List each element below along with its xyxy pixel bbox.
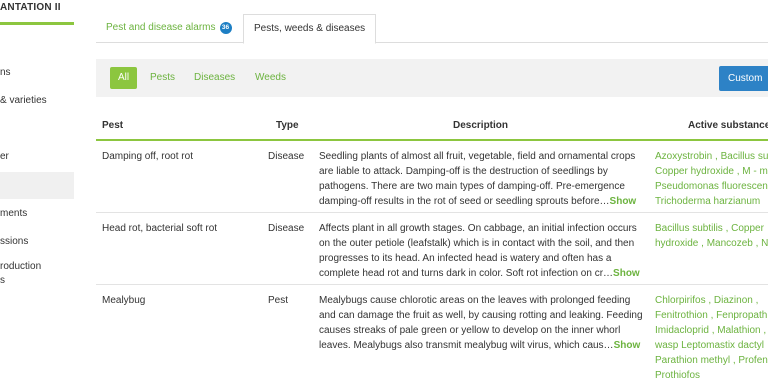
sidebar-item-weather[interactable]: er [0, 144, 74, 171]
table-header: Pest Type Description Active substance [96, 113, 768, 141]
show-more-link[interactable]: Show [613, 268, 640, 279]
sidebar-item-operations[interactable]: ns [0, 60, 74, 87]
sidebar: ANTATION II ns & varieties er ments ssio… [0, 0, 74, 384]
pest-type: Disease [268, 223, 305, 234]
sidebar-item-crops-varieties[interactable]: & varieties [0, 88, 74, 115]
sidebar-item-production[interactable]: roduction s [0, 257, 74, 293]
sidebar-item-production-line1: roduction [0, 261, 42, 272]
sidebar-item-sessions[interactable]: ssions [0, 229, 74, 256]
active-substances: Bacillus subtilis , Copper hydroxide , M… [655, 221, 768, 251]
description-text: Seedling plants of almost all fruit, veg… [319, 151, 636, 207]
substance-link[interactable]: wasp Leptomastix dactyl [655, 338, 768, 353]
sidebar-item-production-line2: s [0, 275, 5, 286]
sidebar-item-active[interactable] [0, 172, 74, 199]
filter-diseases-button[interactable]: Diseases [186, 67, 243, 89]
substance-link[interactable]: Copper hydroxide , M - m [655, 164, 768, 179]
filter-all-button[interactable]: All [110, 67, 138, 89]
active-substances: Chlorpirifos , Diazinon , Fenitrothion ,… [655, 293, 768, 383]
tab-alarms-label: Pest and disease alarms [106, 22, 216, 33]
custom-button[interactable]: Custom [719, 66, 768, 91]
substance-link[interactable]: Parathion methyl , Profen [655, 353, 768, 368]
show-more-link[interactable]: Show [614, 340, 641, 351]
substance-link[interactable]: Imidacloprid , Malathion , [655, 323, 768, 338]
tab-pests-weeds-diseases[interactable]: Pests, weeds & diseases [243, 14, 377, 44]
tab-bar: Pest and disease alarms 36 Pests, weeds &… [96, 14, 768, 44]
filter-pests-button[interactable]: Pests [142, 67, 183, 89]
substance-link[interactable]: Fenitrothion , Fenpropath [655, 308, 768, 323]
substance-link[interactable]: Trichoderma harzianum [655, 194, 768, 209]
table-row[interactable]: Head rot, bacterial soft rot Disease Aff… [96, 213, 768, 285]
substance-link[interactable]: hydroxide , Mancozeb , N [655, 236, 768, 251]
sidebar-item-treatments[interactable]: ments [0, 201, 74, 228]
header-pest[interactable]: Pest [102, 120, 123, 131]
show-more-link[interactable]: Show [610, 196, 637, 207]
pests-table: Pest Type Description Active substance D… [96, 113, 768, 384]
description-text: Affects plant in all growth stages. On c… [319, 223, 637, 279]
header-active-substance: Active substance [688, 120, 768, 131]
header-type[interactable]: Type [276, 120, 299, 131]
pest-description: Mealybugs cause chlorotic areas on the l… [319, 293, 649, 353]
filter-weeds-button[interactable]: Weeds [247, 67, 294, 89]
alarms-count-badge: 36 [219, 22, 232, 34]
header-description: Description [453, 120, 509, 131]
description-text: Mealybugs cause chlorotic areas on the l… [319, 295, 643, 351]
pest-type: Pest [268, 295, 289, 306]
pest-name: Mealybug [102, 295, 146, 306]
main-content: Pest and disease alarms 36 Pests, weeds &… [96, 0, 768, 384]
table-row[interactable]: Mealybug Pest Mealybugs cause chlorotic … [96, 285, 768, 384]
pest-name: Head rot, bacterial soft rot [102, 223, 218, 234]
tab-pest-disease-alarms[interactable]: Pest and disease alarms 36 [96, 14, 242, 43]
substance-link[interactable]: Chlorpirifos , Diazinon , [655, 293, 768, 308]
pest-description: Seedling plants of almost all fruit, veg… [319, 149, 649, 209]
substance-link[interactable]: Prothiofos [655, 368, 768, 383]
substance-link[interactable]: Azoxystrobin , Bacillus su [655, 149, 768, 164]
substance-link[interactable]: Pseudomonas fluorescen [655, 179, 768, 194]
pest-name: Damping off, root rot [102, 151, 193, 162]
pest-type: Disease [268, 151, 305, 162]
plantation-title: ANTATION II [0, 2, 61, 13]
active-substances: Azoxystrobin , Bacillus su Copper hydrox… [655, 149, 768, 209]
pest-description: Affects plant in all growth stages. On c… [319, 221, 649, 281]
table-row[interactable]: Damping off, root rot Disease Seedling p… [96, 141, 768, 213]
filter-bar: All Pests Diseases Weeds Custom [96, 59, 768, 97]
substance-link[interactable]: Bacillus subtilis , Copper [655, 221, 768, 236]
title-underline [0, 22, 74, 25]
